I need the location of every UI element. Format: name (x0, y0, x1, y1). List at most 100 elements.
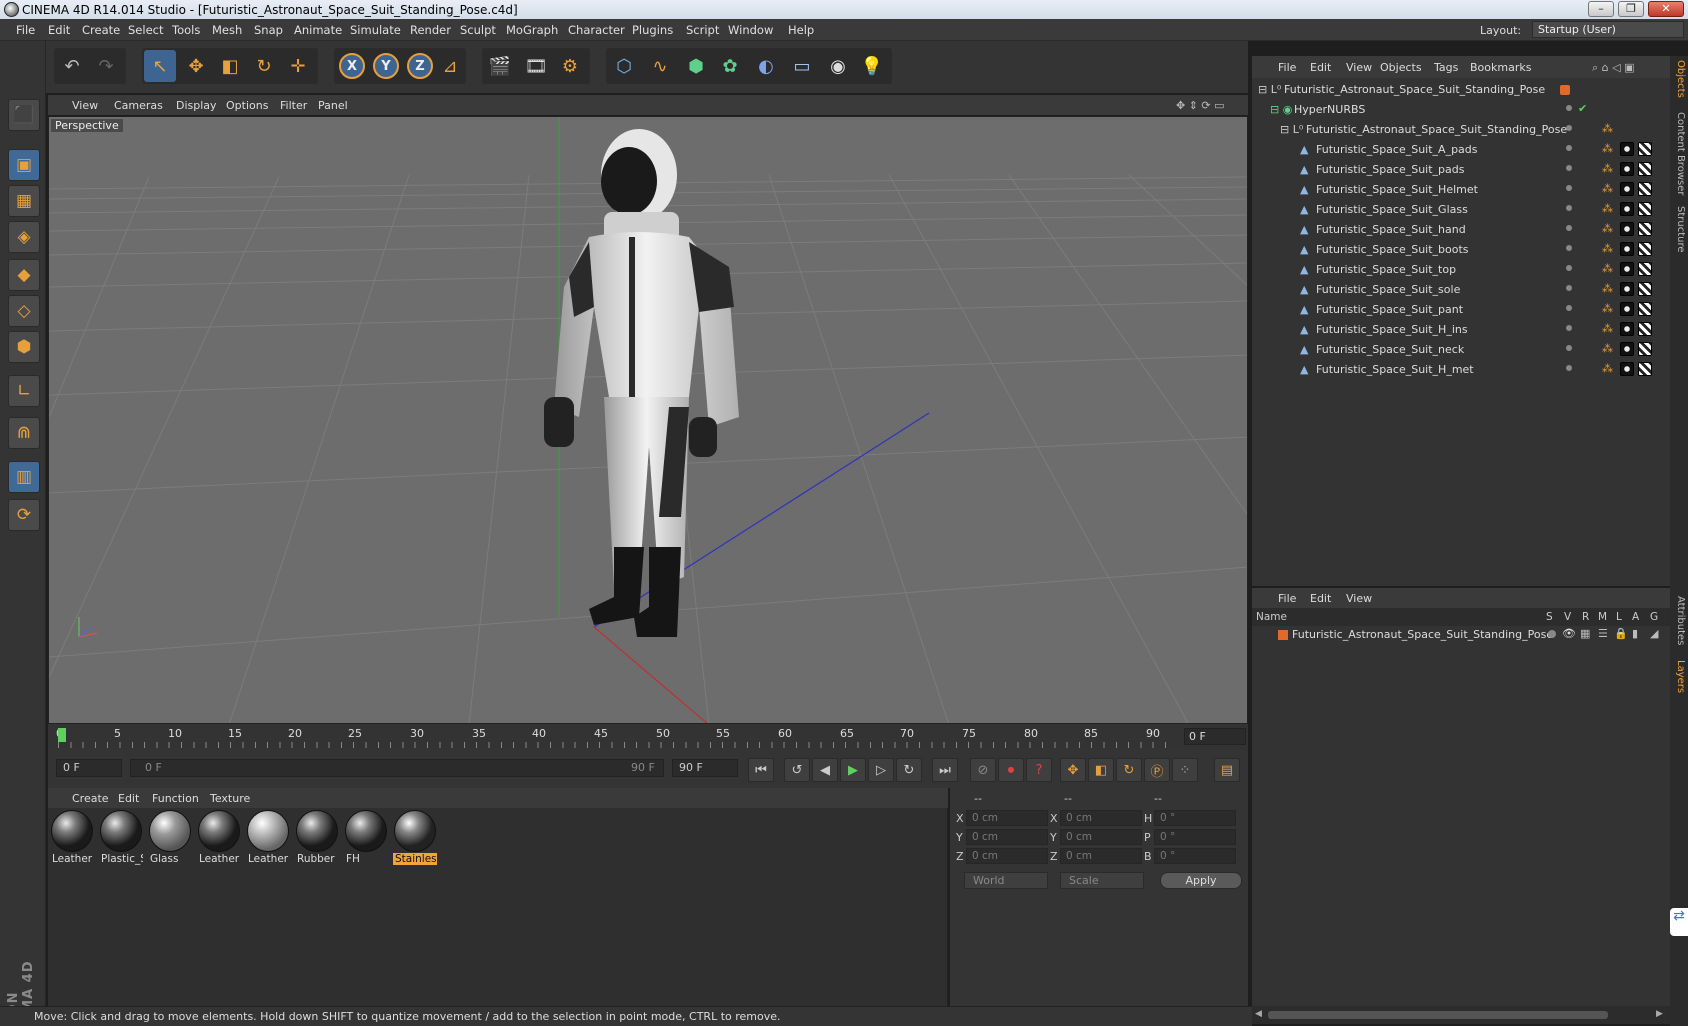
viewport-menu-view[interactable]: View (72, 99, 98, 112)
menu-animate[interactable]: Animate (294, 23, 342, 37)
uvw-tag-icon[interactable] (1638, 322, 1652, 336)
enabled-check-icon[interactable]: ✔ (1578, 102, 1592, 116)
object-row[interactable]: ⊟ L⁰ Futuristic_Astronaut_Space_Suit_Sta… (1252, 80, 1670, 100)
size-z-field[interactable]: 0 cm (1060, 848, 1142, 864)
uvw-tag-icon[interactable] (1638, 242, 1652, 256)
uvw-tag-icon[interactable] (1638, 162, 1652, 176)
visibility-dot-icon[interactable] (1566, 225, 1572, 231)
object-row[interactable]: ▲ Futuristic_Space_Suit_hand ⁂ (1252, 220, 1670, 240)
tab-objects[interactable]: Objects (1672, 60, 1686, 98)
key-rotation-icon[interactable]: ↻ (1116, 758, 1142, 782)
previous-key-icon[interactable]: ↺ (784, 758, 810, 782)
object-menu-edit[interactable]: Edit (1310, 61, 1331, 74)
array-icon[interactable]: ✿ (714, 50, 746, 82)
eye-icon[interactable]: 👁 (1562, 627, 1576, 640)
uvw-tag-icon[interactable] (1638, 202, 1652, 216)
position-z-field[interactable]: 0 cm (966, 848, 1048, 864)
object-menu-file[interactable]: File (1278, 61, 1296, 74)
material-menu-function[interactable]: Function (152, 792, 199, 805)
material-tag-icon[interactable] (1620, 342, 1634, 356)
manager-icon[interactable]: ☰ (1598, 627, 1608, 640)
visibility-dot-icon[interactable] (1566, 145, 1572, 151)
nurbs-icon[interactable]: ⬢ (680, 50, 712, 82)
redo-icon[interactable]: ↷ (90, 50, 122, 82)
edges-mode-icon[interactable]: ◇ (8, 295, 40, 327)
uvw-tag-icon[interactable] (1638, 222, 1652, 236)
rotation-h-field[interactable]: 0 ° (1154, 810, 1236, 826)
tab-layers[interactable]: Layers (1672, 660, 1686, 693)
autokey-icon[interactable]: ⏺ (998, 758, 1024, 782)
object-row[interactable]: ⊟ ◉ HyperNURBS ✔ (1252, 100, 1670, 120)
move-tool-icon[interactable]: ✥ (180, 50, 212, 82)
material-tag-icon[interactable] (1620, 222, 1634, 236)
z-axis-lock-button[interactable]: Z (404, 50, 436, 82)
layer-menu-view[interactable]: View (1346, 592, 1372, 605)
object-row[interactable]: ▲ Futuristic_Space_Suit_neck ⁂ (1252, 340, 1670, 360)
x-axis-lock-button[interactable]: X (336, 50, 368, 82)
visibility-dot-icon[interactable] (1566, 205, 1572, 211)
points-mode-icon[interactable]: ◆ (8, 259, 40, 291)
visibility-dot-icon[interactable] (1566, 265, 1572, 271)
workplane-lock-icon[interactable]: ▥ (8, 461, 40, 493)
material-tag-icon[interactable] (1620, 302, 1634, 316)
menu-mesh[interactable]: Mesh (212, 23, 242, 37)
texture-mode-icon[interactable]: ▦ (8, 185, 40, 217)
coordinate-system-dropdown[interactable]: World (964, 872, 1048, 889)
visibility-dot-icon[interactable] (1566, 105, 1572, 111)
menu-snap[interactable]: Snap (254, 23, 283, 37)
apply-button[interactable]: Apply (1160, 872, 1242, 889)
next-frame-icon[interactable]: ▷ (868, 758, 894, 782)
camera-icon[interactable]: ◉ (822, 50, 854, 82)
material-swatch[interactable]: Rubber (295, 810, 339, 866)
snapping-icon[interactable]: ⟳ (8, 499, 40, 531)
start-frame-field[interactable]: 0 F (56, 759, 122, 777)
key-parameter-icon[interactable]: Ⓟ (1144, 758, 1170, 782)
record-keys-icon[interactable]: ⊘ (970, 758, 996, 782)
material-menu-create[interactable]: Create (72, 792, 109, 805)
object-row[interactable]: ▲ Futuristic_Space_Suit_Helmet ⁂ (1252, 180, 1670, 200)
menu-sculpt[interactable]: Sculpt (460, 23, 496, 37)
timeline-ruler[interactable]: 0 5 10 15 20 25 30 35 40 45 50 55 60 65 … (48, 724, 1248, 750)
material-tag-icon[interactable] (1620, 322, 1634, 336)
y-axis-lock-button[interactable]: Y (370, 50, 402, 82)
object-manager-search-icon[interactable]: ⌕ ⌂ ◁ ▣ (1592, 61, 1635, 75)
object-menu-bookmarks[interactable]: Bookmarks (1470, 61, 1531, 74)
material-swatch[interactable]: Glass (148, 810, 192, 866)
position-y-field[interactable]: 0 cm (966, 829, 1048, 845)
object-row[interactable]: ▲ Futuristic_Space_Suit_boots ⁂ (1252, 240, 1670, 260)
render-icon[interactable]: ▦ (1580, 627, 1590, 640)
scroll-right-icon[interactable]: ▶ (1656, 1009, 1663, 1019)
object-menu-objects[interactable]: Objects (1380, 61, 1422, 74)
size-mode-dropdown[interactable]: Scale (1060, 872, 1144, 889)
menu-character[interactable]: Character (568, 23, 625, 37)
play-icon[interactable]: ▶ (840, 758, 866, 782)
rotation-b-field[interactable]: 0 ° (1154, 848, 1236, 864)
menu-tools[interactable]: Tools (172, 23, 200, 37)
end-frame-field[interactable]: 90 F (672, 759, 738, 777)
menu-file[interactable]: File (16, 23, 35, 37)
menu-create[interactable]: Create (82, 23, 120, 37)
viewport-nav-icons[interactable]: ✥ ⇕ ⟳ ▭ (1176, 99, 1225, 112)
object-row[interactable]: ▲ Futuristic_Space_Suit_A_pads ⁂ (1252, 140, 1670, 160)
key-position-icon[interactable]: ✥ (1060, 758, 1086, 782)
render-view-icon[interactable]: 🎬 (484, 50, 516, 82)
polygons-mode-icon[interactable]: ⬢ (8, 331, 40, 363)
maximize-button[interactable]: ❐ (1618, 1, 1644, 17)
material-swatch[interactable]: FH (344, 810, 388, 866)
visibility-dot-icon[interactable] (1566, 345, 1572, 351)
size-y-field[interactable]: 0 cm (1060, 829, 1142, 845)
3d-viewport[interactable]: Perspective (48, 116, 1248, 724)
spline-icon[interactable]: ∿ (644, 50, 676, 82)
previous-frame-icon[interactable]: ◀ (812, 758, 838, 782)
workplane-mode-icon[interactable]: ◈ (8, 221, 40, 253)
material-tag-icon[interactable] (1620, 182, 1634, 196)
next-key-icon[interactable]: ↻ (896, 758, 922, 782)
material-tag-icon[interactable] (1620, 262, 1634, 276)
object-row[interactable]: ▲ Futuristic_Space_Suit_Glass ⁂ (1252, 200, 1670, 220)
close-button[interactable]: ✕ (1648, 1, 1684, 17)
menu-simulate[interactable]: Simulate (350, 23, 401, 37)
material-swatch[interactable]: Plastic_S (99, 810, 143, 866)
coordinate-system-icon[interactable]: ⊿ (434, 50, 466, 82)
material-tag-icon[interactable] (1620, 142, 1634, 156)
deformer-icon[interactable]: ◐ (750, 50, 782, 82)
